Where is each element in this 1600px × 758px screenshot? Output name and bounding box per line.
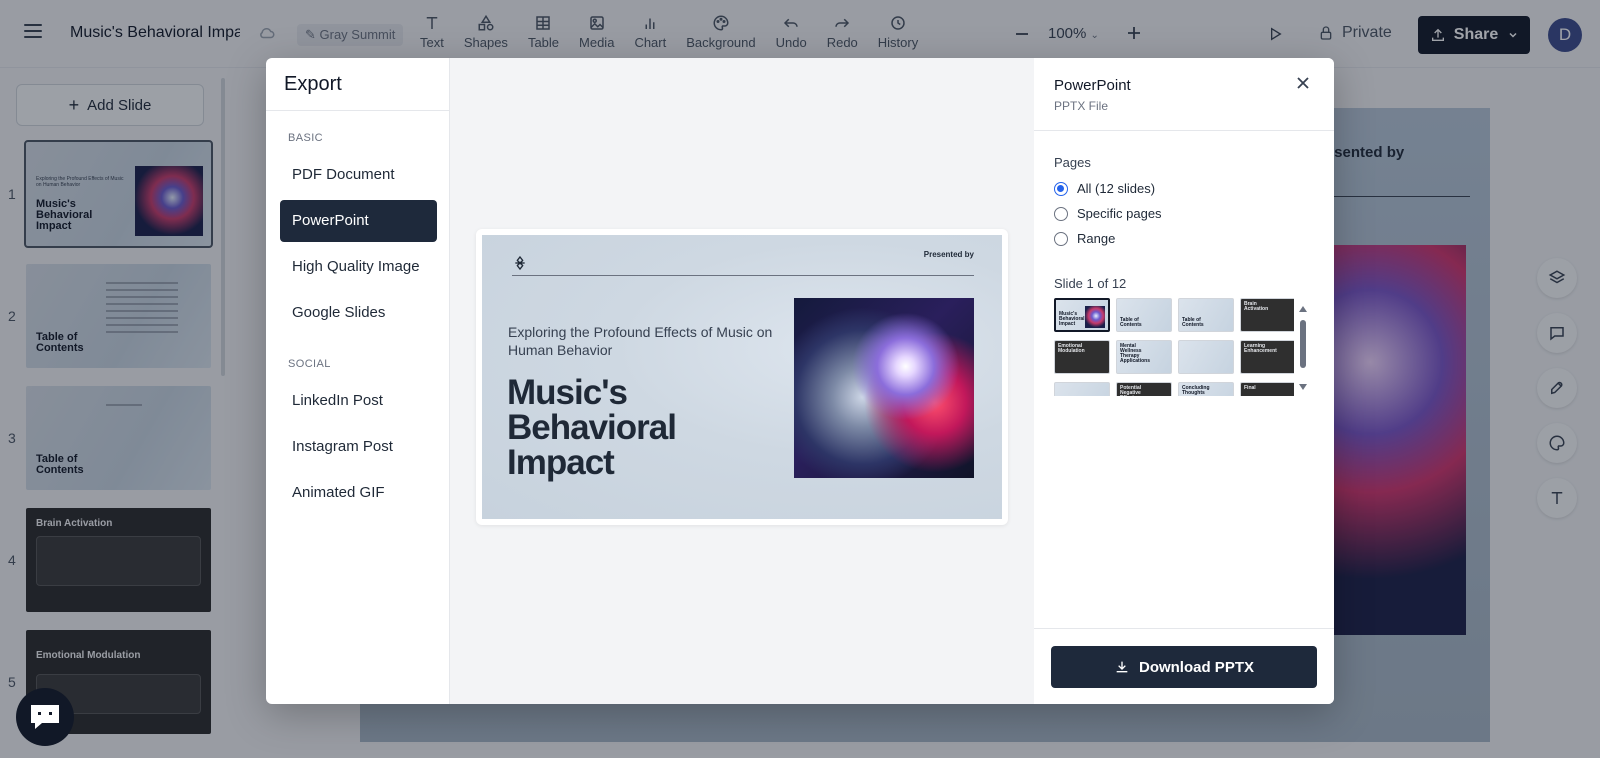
thumbnail-title: Table of Contents xyxy=(1120,317,1142,328)
pages-option-specific[interactable]: Specific pages xyxy=(1054,206,1162,221)
radio-button[interactable] xyxy=(1054,181,1068,196)
thumbnail-title: Music's Behavioral Impact xyxy=(1059,311,1085,327)
format-instagram[interactable]: Instagram Post xyxy=(280,426,437,468)
export-thumbnail[interactable]: Table of Contents xyxy=(1116,298,1172,332)
radio-label: Range xyxy=(1077,231,1116,246)
format-google-slides[interactable]: Google Slides xyxy=(280,292,437,334)
format-linkedin[interactable]: LinkedIn Post xyxy=(280,380,437,422)
export-thumbnail-grid: Music's Behavioral Impact Table of Conte… xyxy=(1054,298,1294,396)
divider xyxy=(1034,628,1334,629)
logo-icon xyxy=(515,255,525,271)
preview-subtitle: Exploring the Profound Effects of Music … xyxy=(508,324,773,358)
export-preview-area: Presented by Exploring the Profound Effe… xyxy=(450,58,1034,704)
preview-image xyxy=(794,298,974,478)
export-thumbnail[interactable]: Emotional Modulation xyxy=(1054,340,1110,374)
export-thumbnail[interactable]: Concluding Thoughts xyxy=(1178,382,1234,396)
thumbnail-title: Brain Activation xyxy=(1244,301,1269,312)
format-group-label: BASIC xyxy=(288,132,324,144)
close-icon[interactable] xyxy=(1296,76,1310,90)
radio-button[interactable] xyxy=(1054,231,1068,246)
export-thumbnail[interactable]: Mental Wellness Therapy Applications xyxy=(1116,340,1172,374)
export-format-list: Export BASIC PDF Document PowerPoint Hig… xyxy=(266,58,450,704)
export-thumbnail[interactable]: Learning Enhancement xyxy=(1240,340,1294,374)
radio-label: All (12 slides) xyxy=(1077,181,1156,196)
export-thumbnail[interactable] xyxy=(1054,382,1110,396)
scroll-down-icon[interactable] xyxy=(1299,384,1307,390)
export-thumbnail[interactable]: Table of Contents xyxy=(1178,298,1234,332)
thumbnail-title: Final xyxy=(1244,385,1256,391)
thumbnail-title: Emotional Modulation xyxy=(1058,343,1085,354)
radio-label: Specific pages xyxy=(1077,206,1162,221)
scrollbar-thumb[interactable] xyxy=(1300,320,1306,368)
preview-slide: Presented by Exploring the Profound Effe… xyxy=(482,235,1002,519)
format-subtitle: PPTX File xyxy=(1054,99,1109,113)
slide-preview: Presented by Exploring the Profound Effe… xyxy=(476,229,1008,525)
preview-presented-by: Presented by xyxy=(923,250,974,259)
export-options-panel: PowerPoint PPTX File Pages All (12 slide… xyxy=(1034,58,1334,704)
pages-label: Pages xyxy=(1054,155,1091,170)
preview-divider xyxy=(512,275,974,276)
slide-counter: Slide 1 of 12 xyxy=(1054,276,1127,291)
thumbnail-title: Learning Enhancement xyxy=(1244,343,1277,354)
pages-option-all[interactable]: All (12 slides) xyxy=(1054,181,1155,196)
thumbnail-scrollbar[interactable] xyxy=(1299,306,1307,390)
download-icon xyxy=(1116,661,1128,673)
export-thumbnail[interactable] xyxy=(1178,340,1234,374)
export-thumbnail[interactable]: Final xyxy=(1240,382,1294,396)
thumbnail-title: Concluding Thoughts xyxy=(1182,385,1210,396)
preview-title: Music's Behavioral Impact xyxy=(507,373,677,482)
radio-button[interactable] xyxy=(1054,206,1068,221)
format-image[interactable]: High Quality Image xyxy=(280,246,437,288)
chat-icon xyxy=(31,705,59,729)
export-thumbnail[interactable]: Potential Negative Effects xyxy=(1116,382,1172,396)
divider xyxy=(1034,130,1334,131)
export-title: Export xyxy=(284,73,342,95)
format-gif[interactable]: Animated GIF xyxy=(280,472,437,514)
pages-option-range[interactable]: Range xyxy=(1054,231,1115,246)
thumbnail-title: Mental Wellness Therapy Applications xyxy=(1120,343,1151,364)
thumbnail-title: Table of Contents xyxy=(1182,317,1204,328)
download-pptx-button[interactable]: Download PPTX xyxy=(1051,646,1317,688)
export-thumbnail[interactable]: Music's Behavioral Impact xyxy=(1054,298,1110,332)
thumbnail-image xyxy=(1085,306,1105,328)
scroll-up-icon[interactable] xyxy=(1299,306,1307,312)
format-title: PowerPoint xyxy=(1054,77,1131,94)
divider xyxy=(266,110,450,111)
export-thumbnail[interactable]: Brain Activation xyxy=(1240,298,1294,332)
thumbnail-title: Potential Negative Effects xyxy=(1120,385,1142,397)
download-label: Download PPTX xyxy=(1138,658,1254,676)
format-pdf[interactable]: PDF Document xyxy=(280,154,437,196)
export-dialog: Export BASIC PDF Document PowerPoint Hig… xyxy=(266,58,1334,704)
format-powerpoint[interactable]: PowerPoint xyxy=(280,200,437,242)
format-group-label: SOCIAL xyxy=(288,358,331,370)
chat-support-button[interactable] xyxy=(16,688,74,746)
